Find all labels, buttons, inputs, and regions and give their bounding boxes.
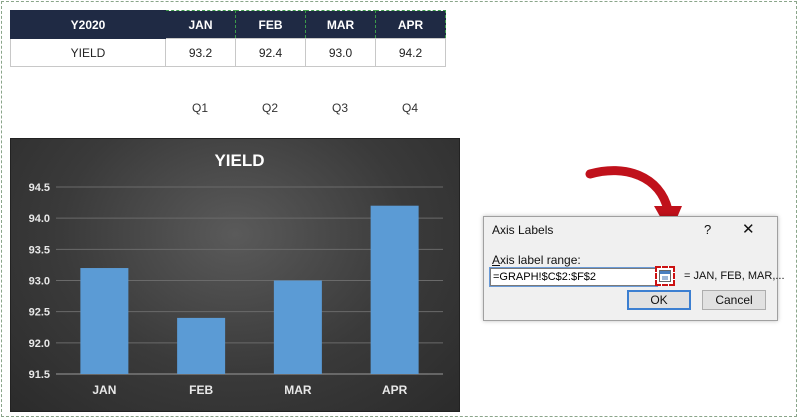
axis-label-range-label: Axis label range: — [492, 253, 581, 267]
accesskey-letter: A — [492, 253, 501, 267]
chart-canvas: YIELD 94.5 94.0 93.5 93.0 92.5 92.0 91.5 JAN FEB M… — [29, 151, 443, 397]
axis-label-range-input[interactable] — [489, 267, 658, 287]
bar-jan — [80, 268, 129, 374]
cell-apr[interactable]: 94.2 — [375, 38, 446, 67]
collapse-dialog-button[interactable] — [655, 266, 675, 286]
y-tick-label: 93.0 — [29, 276, 50, 288]
y-tick-label: 92.0 — [29, 338, 50, 350]
chart-title: YIELD — [214, 151, 264, 170]
cell-feb[interactable]: 92.4 — [235, 38, 306, 67]
header-cell-y2020[interactable]: Y2020 — [10, 10, 166, 39]
y-tick-label: 94.0 — [29, 213, 50, 225]
row-label-yield[interactable]: YIELD — [10, 38, 166, 67]
bar-feb — [177, 317, 226, 374]
header-cell-mar[interactable]: MAR — [305, 10, 376, 39]
yield-row: YIELD 93.2 92.4 93.0 94.2 — [10, 38, 446, 67]
x-tick-label: APR — [382, 383, 408, 397]
dialog-title: Axis Labels — [492, 223, 554, 237]
ok-button[interactable]: OK — [627, 290, 691, 310]
cancel-button[interactable]: Cancel — [702, 290, 766, 310]
range-preview-text: = JAN, FEB, MAR,... — [684, 270, 785, 282]
bar-apr — [370, 205, 419, 374]
header-cell-apr[interactable]: APR — [375, 10, 446, 39]
spreadsheet-table: Y2020 JAN FEB MAR APR YIELD 93.2 92.4 93… — [10, 10, 446, 67]
yield-bar-chart[interactable]: YIELD 94.5 94.0 93.5 93.0 92.5 92.0 91.5 JAN FEB M… — [10, 138, 460, 412]
cell-mar[interactable]: 93.0 — [305, 38, 376, 67]
y-tick-label: 94.5 — [29, 182, 50, 194]
x-tick-label: JAN — [92, 383, 116, 397]
y-tick-label: 91.5 — [29, 369, 50, 381]
header-cell-jan[interactable]: JAN — [165, 10, 236, 39]
quarter-label-q4: Q4 — [401, 101, 418, 115]
x-tick-label: MAR — [284, 383, 312, 397]
range-selector-icon — [659, 270, 671, 282]
quarter-label-q3: Q3 — [331, 101, 348, 115]
x-tick-label: FEB — [189, 383, 213, 397]
quarter-label-q1: Q1 — [191, 101, 208, 115]
cell-jan[interactable]: 93.2 — [165, 38, 236, 67]
header-row: Y2020 JAN FEB MAR APR — [10, 10, 446, 39]
quarter-label-q2: Q2 — [261, 101, 278, 115]
label-rest: xis label range: — [500, 253, 581, 267]
bar-mar — [273, 280, 322, 374]
axis-labels-dialog: Axis Labels ? ✕ Axis label range: = JAN,… — [483, 216, 785, 321]
close-icon[interactable]: ✕ — [742, 220, 755, 238]
help-icon[interactable]: ? — [704, 222, 711, 237]
y-tick-label: 92.5 — [29, 307, 50, 319]
y-tick-label: 93.5 — [29, 244, 50, 256]
header-cell-feb[interactable]: FEB — [235, 10, 306, 39]
